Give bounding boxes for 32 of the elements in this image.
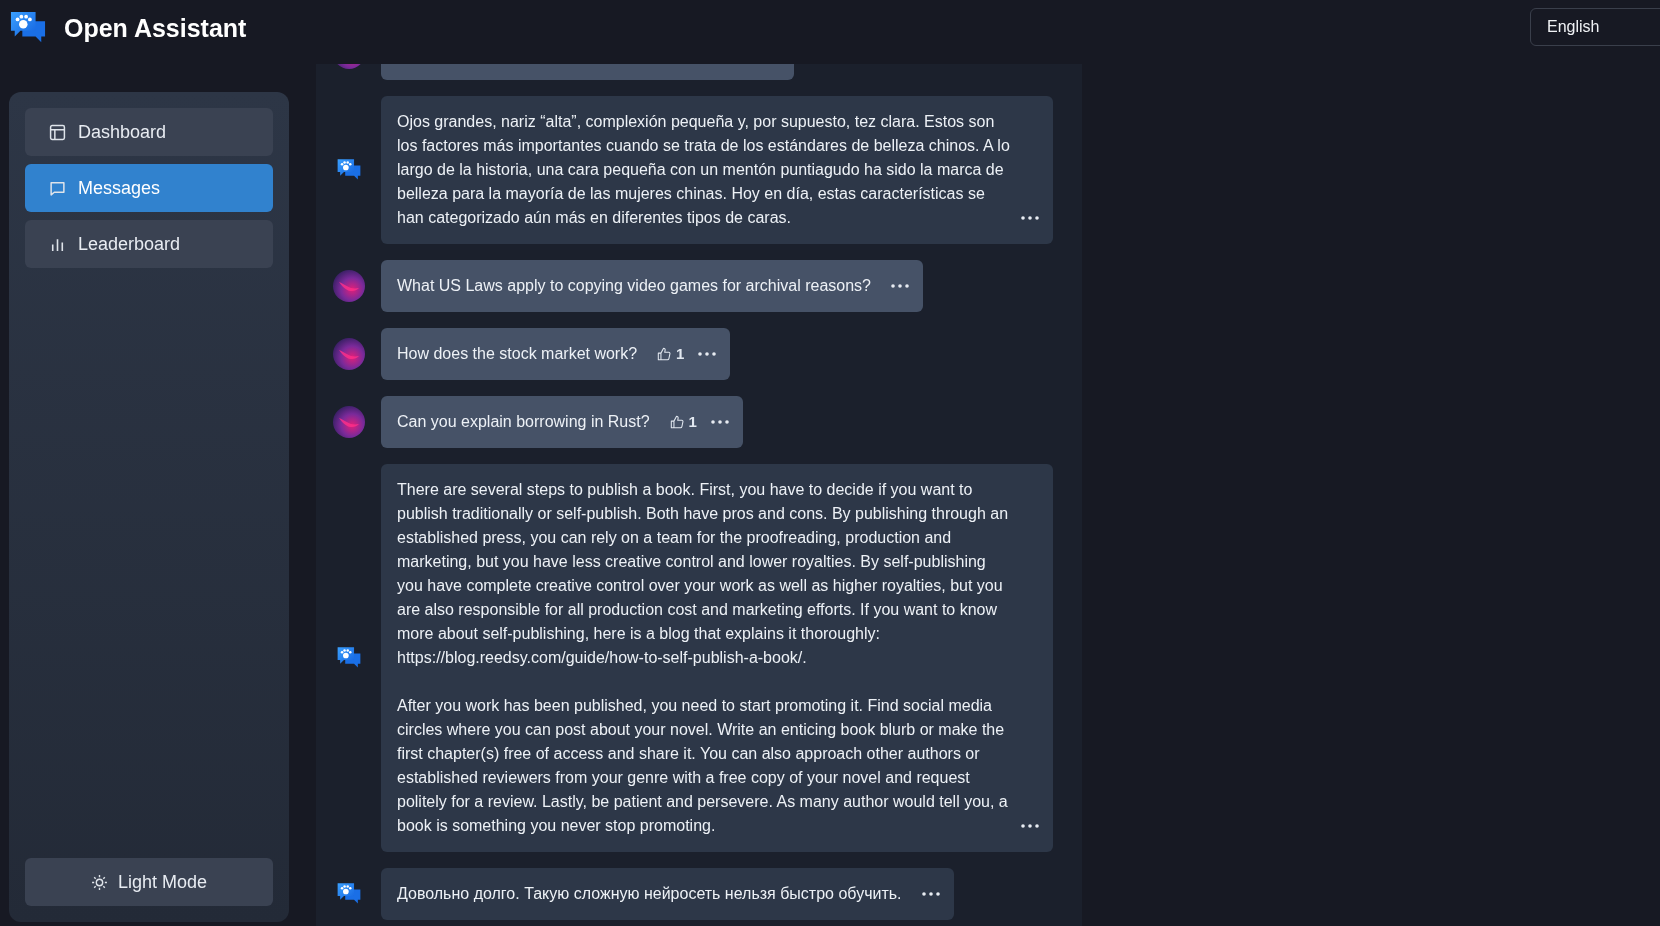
- sidebar-item[interactable]: Messages: [25, 164, 273, 212]
- like-count[interactable]: 1: [669, 410, 697, 434]
- thumbs-up-icon: [669, 415, 684, 429]
- more-icon[interactable]: [891, 284, 909, 288]
- message-text: After you work has been published, you need to start promoting it. Find social media circles where you can post about your novel. Write an enticing book blurb or make the first chapter(s) free of access and share it. You can also approach other authors or established reviewers from your genre with a free copy of your novel and request politely for a review. Lastly, be patient and persevere. As many author would tell you, a book is something you never stop promoting.: [397, 696, 1009, 836]
- sidebar-item[interactable]: Dashboard: [25, 108, 273, 156]
- like-count[interactable]: 1: [657, 342, 685, 366]
- message-text: Довольно долго. Такую сложную нейросеть нельзя быстро обучить.: [397, 884, 902, 904]
- user-avatar: [333, 406, 365, 438]
- message-text: How does the stock market work?: [397, 344, 638, 364]
- message-text: There are several steps to publish a book. First, you have to decide if you want to publish traditionally or self-publish. Both have pros and cons. By publishing through an established press, you can rely on a team for the proofreading, production and marketing, but you have less creative control and lower royalties. By self-publishing you have complete creative control over your work as well as higher royalties, but you are also responsible for all production cost and marketing efforts. If you want to know more about self-publishing, here is a blog that explains it thoroughly: https://blog.reedsy.com/guide/how-to-self-publish-a-book/.: [397, 480, 1010, 668]
- language-select[interactable]: English: [1530, 8, 1660, 46]
- light-mode-button[interactable]: Light Mode: [25, 858, 273, 906]
- app-title: Open Assistant: [64, 13, 247, 43]
- sidebar-item[interactable]: Leaderboard: [25, 220, 273, 268]
- user-avatar: [333, 338, 365, 370]
- message-text: Can you explain borrowing in Rust?: [397, 412, 650, 432]
- more-icon[interactable]: [710, 420, 729, 424]
- message-text: What US Laws apply to copying video games for archival reasons?: [397, 276, 871, 296]
- message-text: Ojos grandes, nariz “alta”, complexión pequeña y, por supuesto, tez clara. Estos son los factores más importantes cuando se trata de los estándares de belleza chinos. A lo largo de la historia, una cara pequeña con un mentón puntiagudo ha sido la marca de belleza para la mayoría de las mujeres chinas. Hoy en día, estas características se han categorizado aún más en diferentes tipos de caras.: [397, 112, 1011, 228]
- chat-bubble-icon: [49, 179, 66, 197]
- more-icon[interactable]: [1021, 824, 1039, 828]
- user-avatar: [333, 270, 365, 302]
- thumbs-up-icon: [657, 347, 672, 361]
- sun-icon: [90, 873, 108, 891]
- assistant-avatar-icon: [336, 646, 362, 670]
- more-icon[interactable]: [698, 352, 717, 356]
- assistant-avatar-icon: [336, 158, 362, 182]
- more-icon[interactable]: [921, 892, 940, 896]
- layout-icon: [49, 123, 66, 141]
- more-icon[interactable]: [1021, 216, 1039, 220]
- assistant-avatar-icon: [336, 882, 362, 906]
